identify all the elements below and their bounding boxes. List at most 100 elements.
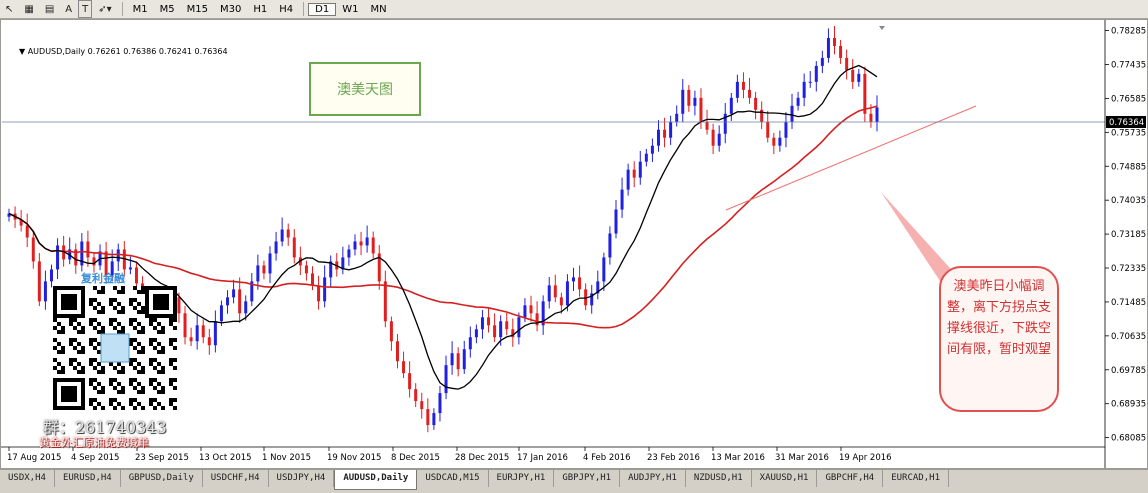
tab-gbpusd-daily[interactable]: GBPUSD,Daily	[121, 470, 203, 487]
qr-module	[113, 398, 117, 402]
tab-audjpy-h1[interactable]: AUDJPY,H1	[620, 470, 686, 487]
qr-module	[101, 290, 105, 294]
tf-d1[interactable]: D1	[308, 2, 337, 16]
tf-mn[interactable]: MN	[364, 4, 392, 15]
qr-module	[101, 390, 105, 394]
candle-body	[493, 325, 497, 338]
qr-module	[173, 378, 177, 382]
qr-module	[141, 370, 145, 374]
qr-module	[117, 362, 121, 366]
candle-body	[802, 81, 806, 98]
qr-module	[137, 290, 141, 294]
x-tick-label: 31 Mar 2016	[775, 453, 829, 463]
qr-module	[129, 318, 133, 322]
qr-module	[133, 286, 137, 290]
qr-module	[173, 358, 177, 362]
qr-module	[153, 366, 157, 370]
tab-gbpchf-h4[interactable]: GBPCHF,H4	[817, 470, 884, 487]
qr-module	[129, 362, 133, 366]
qr-module	[53, 326, 57, 330]
qr-module	[93, 318, 97, 322]
qr-module	[141, 350, 145, 354]
qr-module	[93, 306, 97, 310]
qr-module	[109, 298, 113, 302]
tab-usdjpy-h4[interactable]: USDJPY,H4	[269, 470, 335, 487]
qr-module	[133, 298, 137, 302]
qr-module	[117, 382, 121, 386]
candle-body	[317, 285, 321, 302]
tab-eurusd-h4[interactable]: EURUSD,H4	[55, 470, 121, 487]
tab-gbpjpy-h1[interactable]: GBPJPY,H1	[554, 470, 621, 487]
candle-body	[310, 273, 314, 286]
candle-body	[778, 137, 782, 146]
qr-module	[97, 330, 101, 334]
tab-audusd-daily[interactable]: AUDUSD,Daily	[334, 470, 418, 490]
tab-nzdusd-h1[interactable]: NZDUSD,H1	[686, 470, 752, 487]
candle-body	[772, 137, 776, 146]
qr-module	[129, 378, 133, 382]
x-tick-label: 28 Dec 2015	[455, 453, 509, 463]
fibo-e-icon[interactable]: ▦	[19, 1, 38, 17]
qr-finder	[61, 386, 77, 402]
tf-h1[interactable]: H1	[247, 4, 273, 15]
candle-body	[480, 317, 484, 330]
qr-module	[137, 322, 141, 326]
qr-module	[57, 350, 61, 354]
qr-module	[137, 382, 141, 386]
qr-module	[161, 386, 165, 390]
cursor-icon[interactable]: ↖	[0, 1, 18, 17]
candle-body	[614, 209, 618, 234]
candle-body	[857, 73, 861, 82]
y-tick-label: 0.70635	[1111, 332, 1146, 342]
qr-module	[133, 338, 137, 342]
qr-module	[89, 322, 93, 326]
arrows-icon[interactable]: ➶▾	[93, 1, 116, 17]
tab-eurjpy-h1[interactable]: EURJPY,H1	[489, 470, 555, 487]
qr-module	[141, 386, 145, 390]
tf-m5[interactable]: M5	[154, 4, 181, 15]
qr-module	[133, 326, 137, 330]
y-tick-label: 0.75735	[1111, 128, 1146, 138]
qr-module	[89, 402, 93, 406]
candle-body	[116, 249, 120, 262]
candle-body	[444, 365, 448, 394]
candle-body	[456, 353, 460, 370]
candle-body	[820, 57, 824, 66]
tab-usdx-h4[interactable]: USDX,H4	[0, 470, 55, 487]
tab-usdchf-h4[interactable]: USDCHF,H4	[203, 470, 269, 487]
candle-body	[565, 281, 569, 306]
qr-module	[101, 310, 105, 314]
promo-block: 复利金融 群：261740343 黄金外汇原油免费喊单	[39, 270, 189, 455]
text-tool-button[interactable]: A	[60, 1, 77, 17]
qr-module	[129, 302, 133, 306]
candle-body	[675, 113, 679, 122]
qr-module	[93, 366, 97, 370]
qr-module	[117, 310, 121, 314]
qr-module	[133, 346, 137, 350]
candle-body	[468, 337, 472, 350]
candle-body	[681, 89, 685, 114]
candle-body	[213, 321, 217, 346]
x-tick-label: 13 Oct 2015	[199, 453, 252, 463]
qr-module	[157, 330, 161, 334]
qr-module	[101, 326, 105, 330]
tab-usdcad-m15[interactable]: USDCAD,M15	[417, 470, 489, 487]
text-label-button[interactable]: T	[78, 0, 93, 18]
chart-window[interactable]: 0.78285 0.77435 0.76585 0.75735 0.74885 0.740…	[0, 19, 1148, 469]
tf-w1[interactable]: W1	[336, 4, 364, 15]
tf-m30[interactable]: M30	[214, 4, 247, 15]
tf-m1[interactable]: M1	[127, 4, 154, 15]
qr-module	[157, 342, 161, 346]
candle-body	[517, 317, 521, 338]
tab-xauusd-h1[interactable]: XAUUSD,H1	[752, 470, 818, 487]
fibo-f-icon[interactable]: ▤	[40, 1, 59, 17]
candle-body	[845, 57, 849, 70]
candle-body	[748, 89, 752, 98]
candle-body	[608, 233, 612, 258]
qr-module	[129, 342, 133, 346]
tab-eurcad-h1[interactable]: EURCAD,H1	[883, 470, 949, 487]
tf-h4[interactable]: H4	[273, 4, 299, 15]
tf-m15[interactable]: M15	[181, 4, 214, 15]
qr-module	[73, 318, 77, 322]
qr-module	[57, 342, 61, 346]
